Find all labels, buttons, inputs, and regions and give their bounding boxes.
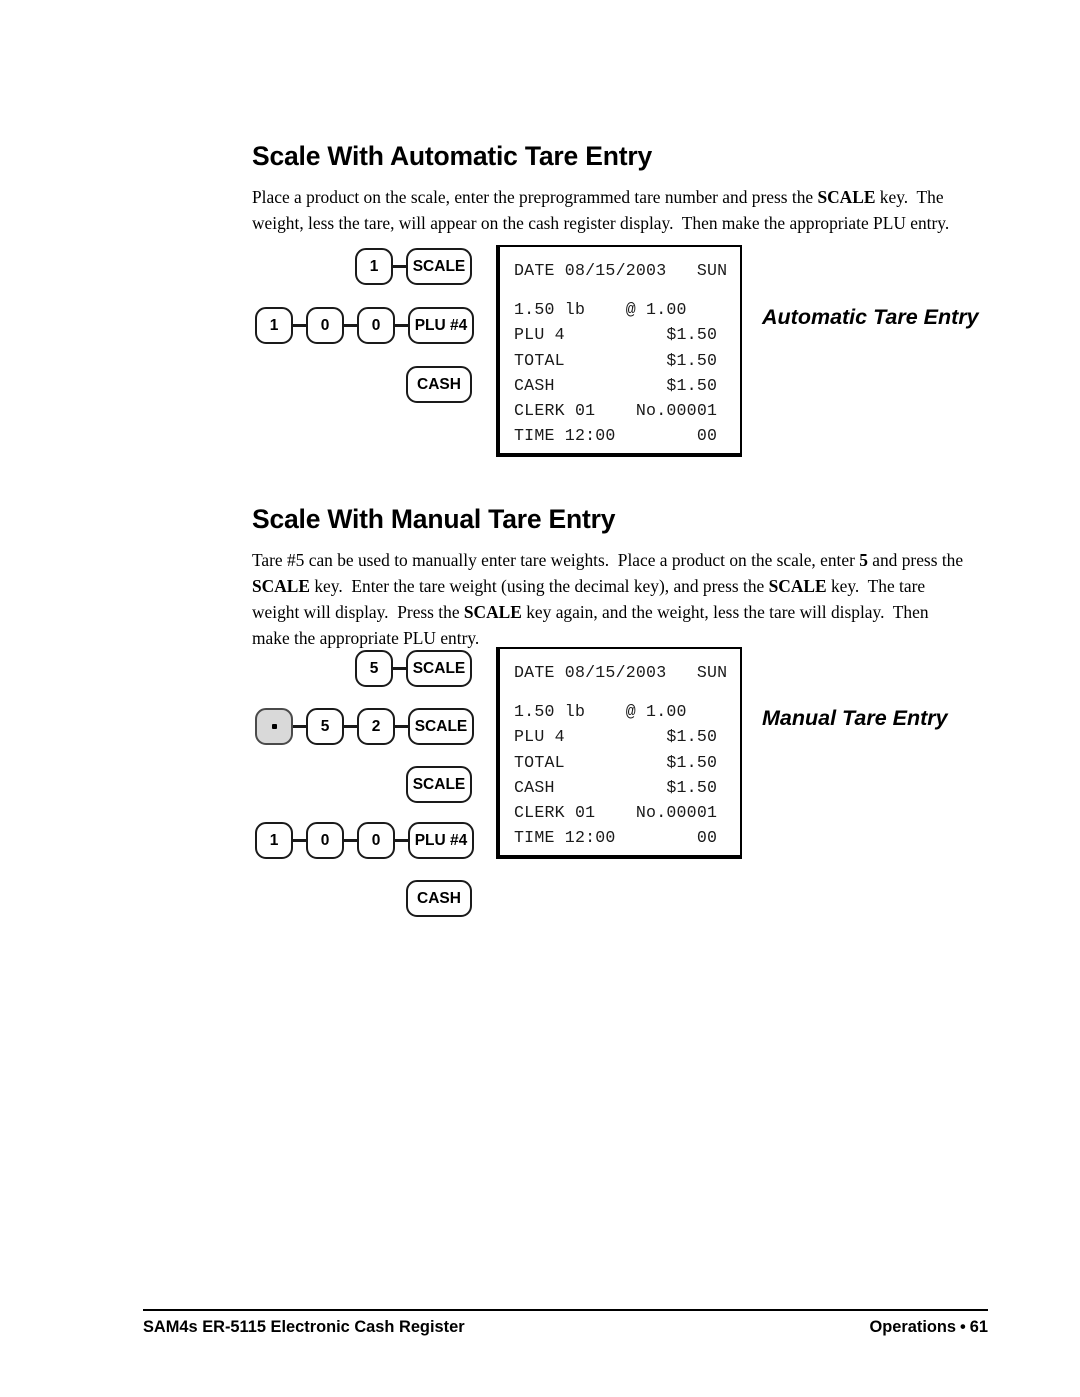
key-sequence-row-3-automatic: CASH [406,366,472,403]
section-paragraph-manual-tare: Tare #5 can be used to manually enter ta… [252,550,964,649]
receipt-blank-line [514,685,740,699]
key-zero[interactable]: 0 [306,822,344,859]
receipt-line-cash: CASH $1.50 [514,777,718,797]
footer-section-name: Operations [869,1318,957,1336]
key-one[interactable]: 1 [355,248,393,285]
key-connector-line [395,324,408,327]
key-plu-4[interactable]: PLU #4 [408,822,474,859]
key-scale[interactable]: SCALE [406,650,472,687]
key-sequence-row-4-manual: 1 0 0 PLU #4 [255,822,474,859]
receipt-display-manual-tare: DATE 08/15/2003 SUN 1.50 lb @ 1.00 PLU 4… [496,647,742,859]
section-paragraph-automatic-tare: Place a product on the scale, enter the … [252,187,950,234]
key-connector-line [293,725,306,728]
key-cash[interactable]: CASH [406,366,472,403]
key-one[interactable]: 1 [255,822,293,859]
receipt-line-total: TOTAL $1.50 [514,350,718,370]
key-connector-line [293,324,306,327]
receipt-line-weight: 1.50 lb @ 1.00 [514,300,687,320]
receipt-line-clerk: CLERK 01 No.00001 [514,401,718,421]
callout-label-manual-tare: Manual Tare Entry [762,706,948,730]
receipt-line-total: TOTAL $1.50 [514,752,718,772]
key-connector-line [344,839,357,842]
key-sequence-row-1-automatic: 1 SCALE [355,248,472,285]
key-sequence-row-3-manual: SCALE [406,766,472,803]
footer-page-number: 61 [969,1318,988,1336]
decimal-point-icon [271,724,277,729]
footer-divider-rule [143,1309,988,1312]
key-connector-line [344,725,357,728]
receipt-line-clerk: CLERK 01 No.00001 [514,803,718,823]
key-sequence-row-2-automatic: 1 0 0 PLU #4 [255,307,474,344]
key-cash[interactable]: CASH [406,880,472,917]
receipt-blank-line [514,283,740,297]
receipt-line-time: TIME 12:00 00 [514,426,718,446]
key-sequence-row-1-manual: 5 SCALE [355,650,472,687]
key-sequence-row-2-manual: 5 2 SCALE [255,708,474,745]
key-zero[interactable]: 0 [306,307,344,344]
receipt-line-time: TIME 12:00 00 [514,828,718,848]
key-sequence-row-5-manual: CASH [406,880,472,917]
key-scale[interactable]: SCALE [408,708,474,745]
key-connector-line [344,324,357,327]
key-connector-line [293,839,306,842]
key-one[interactable]: 1 [255,307,293,344]
callout-label-automatic-tare: Automatic Tare Entry [762,305,979,329]
key-plu-4[interactable]: PLU #4 [408,307,474,344]
key-two[interactable]: 2 [357,708,395,745]
receipt-line-weight: 1.50 lb @ 1.00 [514,702,687,722]
key-connector-line [393,265,406,268]
receipt-line-date: DATE 08/15/2003 SUN [514,663,728,682]
footer-bullet-icon: • [960,1318,966,1336]
receipt-line-plu: PLU 4 $1.50 [514,727,718,747]
key-connector-line [393,667,406,670]
key-five[interactable]: 5 [355,650,393,687]
footer-page-info: Operations • 61 [869,1318,988,1337]
key-zero[interactable]: 0 [357,307,395,344]
receipt-display-automatic-tare: DATE 08/15/2003 SUN 1.50 lb @ 1.00 PLU 4… [496,245,742,457]
section-heading-manual-tare: Scale With Manual Tare Entry [252,503,616,534]
document-page: Scale With Automatic Tare Entry Place a … [0,0,1080,1397]
receipt-line-cash: CASH $1.50 [514,375,718,395]
footer-product-name: SAM4s ER-5115 Electronic Cash Register [143,1318,465,1336]
key-connector-line [395,725,408,728]
section-heading-automatic-tare: Scale With Automatic Tare Entry [252,140,652,171]
key-five[interactable]: 5 [306,708,344,745]
key-connector-line [395,839,408,842]
key-decimal-point[interactable] [255,708,293,745]
key-scale[interactable]: SCALE [406,766,472,803]
key-scale[interactable]: SCALE [406,248,472,285]
receipt-line-date: DATE 08/15/2003 SUN [514,261,728,280]
receipt-line-plu: PLU 4 $1.50 [514,325,718,345]
key-zero[interactable]: 0 [357,822,395,859]
